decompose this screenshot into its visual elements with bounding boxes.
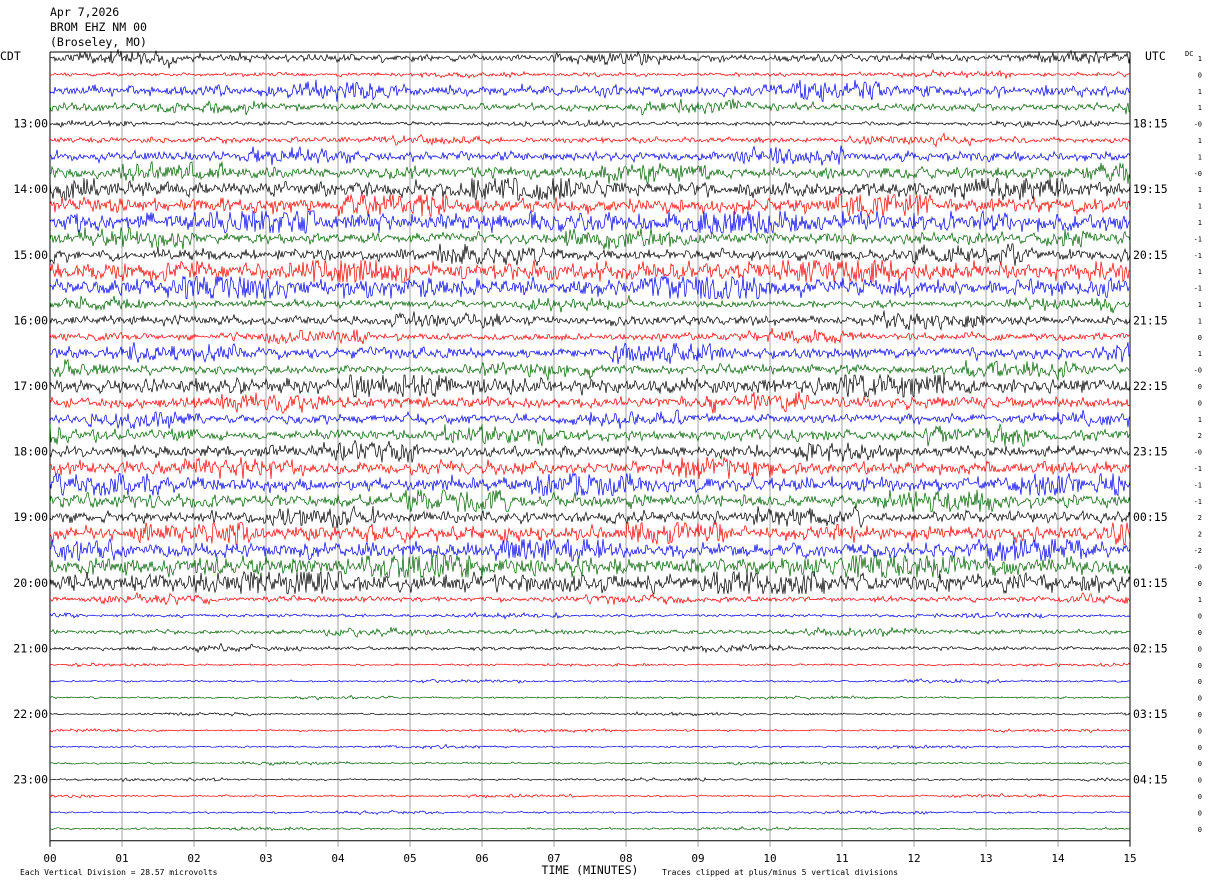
header-station: BROM EHZ NM 00 bbox=[50, 20, 147, 34]
dc-offset-label: -1 bbox=[1194, 481, 1202, 489]
dc-offset-label: 2 bbox=[1198, 531, 1202, 539]
left-hour-label: 22:00 bbox=[13, 707, 48, 721]
dc-offset-label: 1 bbox=[1198, 137, 1202, 145]
x-tick-label: 01 bbox=[115, 852, 128, 865]
dc-offset-label: 0 bbox=[1198, 334, 1202, 342]
right-hour-label: 02:15 bbox=[1133, 641, 1168, 655]
dc-offset-label: 0 bbox=[1198, 383, 1202, 391]
x-tick-label: 00 bbox=[43, 852, 56, 865]
right-hour-label: 20:15 bbox=[1133, 248, 1168, 262]
dc-offset-label: -0 bbox=[1194, 449, 1202, 457]
left-hour-label: 23:00 bbox=[13, 773, 48, 787]
x-tick-label: 11 bbox=[835, 852, 848, 865]
x-tick-label: 10 bbox=[763, 852, 776, 865]
dc-offset-label: -0 bbox=[1194, 563, 1202, 571]
left-hour-label: 14:00 bbox=[13, 182, 48, 196]
dc-offset-label: -1 bbox=[1194, 285, 1202, 293]
dc-offset-label: -1 bbox=[1194, 498, 1202, 506]
header-date: Apr 7,2026 bbox=[50, 5, 119, 19]
dc-offset-label: 0 bbox=[1198, 399, 1202, 407]
right-hour-label: 19:15 bbox=[1133, 182, 1168, 196]
helicorder-page: Apr 7,2026 BROM EHZ NM 00 (Broseley, MO)… bbox=[0, 0, 1210, 886]
dc-offset-label: 0 bbox=[1198, 645, 1202, 653]
dc-offset-label: 1 bbox=[1198, 268, 1202, 276]
dc-offset-label: -0 bbox=[1194, 170, 1202, 178]
x-tick-label: 04 bbox=[331, 852, 345, 865]
dc-offset-label: 0 bbox=[1198, 809, 1202, 817]
x-tick-label: 03 bbox=[259, 852, 272, 865]
left-hour-label: 19:00 bbox=[13, 510, 48, 524]
x-tick-label: 13 bbox=[979, 852, 992, 865]
left-hour-label: 16:00 bbox=[13, 313, 48, 327]
dc-offset-label: -1 bbox=[1194, 465, 1202, 473]
dc-offset-label: 1 bbox=[1198, 317, 1202, 325]
right-hour-label: 21:15 bbox=[1133, 313, 1168, 327]
right-hour-label: 22:15 bbox=[1133, 379, 1168, 393]
dc-offset-label: 0 bbox=[1198, 678, 1202, 686]
dc-offset-label: 0 bbox=[1198, 744, 1202, 752]
x-tick-label: 15 bbox=[1123, 852, 1136, 865]
dc-offset-label: 1 bbox=[1198, 153, 1202, 161]
left-hour-label: 20:00 bbox=[13, 576, 48, 590]
dc-offset-label: 0 bbox=[1198, 711, 1202, 719]
x-tick-label: 14 bbox=[1051, 852, 1065, 865]
dc-offset-label: -1 bbox=[1194, 235, 1202, 243]
dc-offset-label: 0 bbox=[1198, 727, 1202, 735]
x-tick-label: 12 bbox=[907, 852, 920, 865]
x-tick-label: 02 bbox=[187, 852, 200, 865]
right-hour-label: 23:15 bbox=[1133, 445, 1168, 459]
dc-offset-label: 2 bbox=[1198, 514, 1202, 522]
dc-offset-label: 1 bbox=[1198, 596, 1202, 604]
x-tick-label: 09 bbox=[691, 852, 704, 865]
dc-offset-label: -2 bbox=[1194, 547, 1202, 555]
dc-offset-label: 1 bbox=[1198, 416, 1202, 424]
dc-offset-label: 0 bbox=[1198, 695, 1202, 703]
dc-offset-label: 1 bbox=[1198, 186, 1202, 194]
dc-label: DC bbox=[1185, 50, 1193, 58]
dc-offset-label: -0 bbox=[1194, 121, 1202, 129]
dc-offset-label: 0 bbox=[1198, 662, 1202, 670]
right-hour-label: 04:15 bbox=[1133, 773, 1168, 787]
dc-offset-label: 0 bbox=[1198, 777, 1202, 785]
dc-offset-label: -1 bbox=[1194, 252, 1202, 260]
dc-offset-label: 1 bbox=[1198, 350, 1202, 358]
dc-offset-label: 0 bbox=[1198, 760, 1202, 768]
footer-scale-note: Each Vertical Division = 28.57 microvolt… bbox=[20, 868, 218, 877]
dc-offset-label: 1 bbox=[1198, 219, 1202, 227]
dc-offset-label: 0 bbox=[1198, 613, 1202, 621]
dc-offset-label: 1 bbox=[1198, 88, 1202, 96]
dc-offset-label: 1 bbox=[1198, 104, 1202, 112]
helicorder-chart: Apr 7,2026 BROM EHZ NM 00 (Broseley, MO)… bbox=[0, 0, 1210, 886]
right-hour-label: 00:15 bbox=[1133, 510, 1168, 524]
x-tick-label: 05 bbox=[403, 852, 416, 865]
dc-offset-label: 0 bbox=[1198, 629, 1202, 637]
right-hour-label: 03:15 bbox=[1133, 707, 1168, 721]
dc-offset-label: 1 bbox=[1198, 203, 1202, 211]
dc-offset-label: 1 bbox=[1198, 301, 1202, 309]
right-zone-label: UTC bbox=[1145, 49, 1166, 63]
x-tick-label: 06 bbox=[475, 852, 488, 865]
left-hour-label: 13:00 bbox=[13, 117, 48, 131]
dc-offset-label: 0 bbox=[1198, 793, 1202, 801]
chart-background bbox=[0, 0, 1210, 886]
dc-offset-label: 0 bbox=[1198, 580, 1202, 588]
left-hour-label: 17:00 bbox=[13, 379, 48, 393]
dc-offset-label: 1 bbox=[1198, 55, 1202, 63]
x-axis-title: TIME (MINUTES) bbox=[542, 863, 639, 877]
left-zone-label: CDT bbox=[0, 49, 21, 63]
header-location: (Broseley, MO) bbox=[50, 35, 147, 49]
footer-clip-note: Traces clipped at plus/minus 5 vertical … bbox=[662, 868, 898, 877]
left-hour-label: 21:00 bbox=[13, 641, 48, 655]
dc-offset-label: 2 bbox=[1198, 432, 1202, 440]
left-hour-label: 18:00 bbox=[13, 445, 48, 459]
dc-offset-label: 0 bbox=[1198, 826, 1202, 834]
dc-offset-label: 0 bbox=[1198, 71, 1202, 79]
dc-offset-label: -0 bbox=[1194, 367, 1202, 375]
right-hour-label: 18:15 bbox=[1133, 117, 1168, 131]
right-hour-label: 01:15 bbox=[1133, 576, 1168, 590]
left-hour-label: 15:00 bbox=[13, 248, 48, 262]
